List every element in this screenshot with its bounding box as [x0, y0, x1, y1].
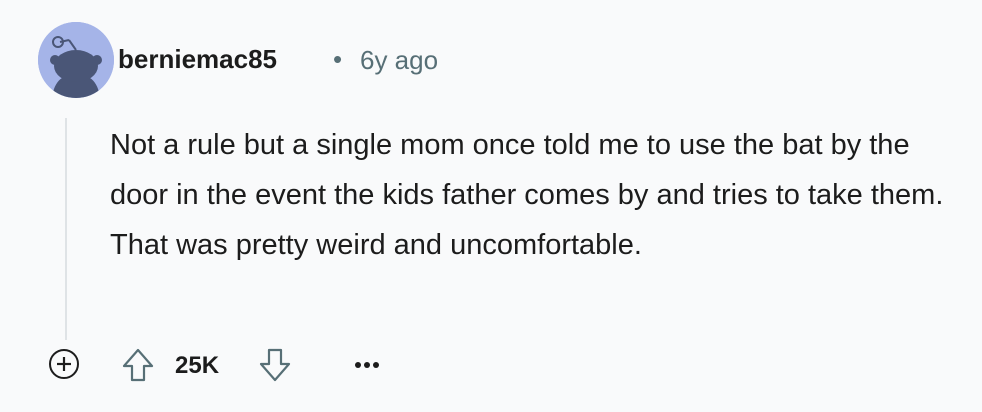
expand-thread-button[interactable] — [47, 347, 81, 381]
ellipsis-icon — [355, 362, 379, 368]
avatar[interactable] — [38, 22, 114, 98]
downvote-button[interactable] — [256, 346, 294, 384]
comment-body: Not a rule but a single mom once told me… — [110, 129, 944, 261]
comment-action-bar: 25K — [0, 340, 982, 390]
more-options-button[interactable] — [347, 346, 387, 384]
plus-circle-icon — [49, 349, 79, 379]
meta-separator: • — [333, 44, 343, 74]
default-snoo-avatar-icon — [38, 22, 114, 98]
arrow-up-outline-icon — [122, 348, 154, 382]
vote-score: 25K — [175, 352, 220, 379]
arrow-down-outline-icon — [259, 348, 291, 382]
thread-line[interactable] — [65, 118, 67, 340]
upvote-button[interactable] — [119, 346, 157, 384]
comment-timestamp[interactable]: 6y ago — [360, 45, 438, 76]
comment-author[interactable]: berniemac85 — [118, 44, 277, 75]
